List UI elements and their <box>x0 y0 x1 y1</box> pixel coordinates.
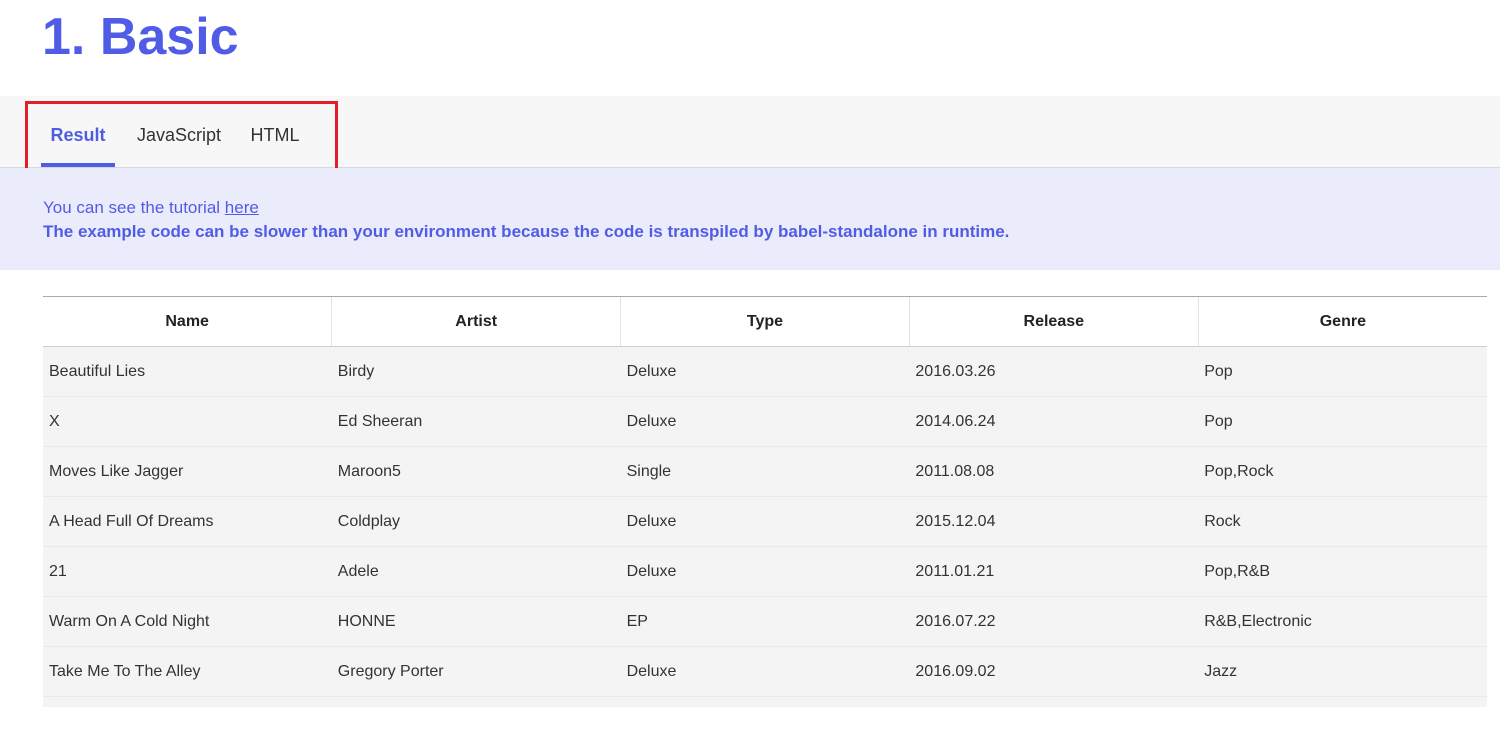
cell-empty <box>909 696 1199 705</box>
notice-banner: You can see the tutorial here The exampl… <box>0 168 1500 270</box>
cell-name[interactable]: Warm On A Cold Night <box>43 596 332 647</box>
column-header-artist[interactable]: Artist <box>331 297 621 347</box>
cell-genre[interactable]: Jazz <box>1198 646 1487 697</box>
cell-name[interactable]: X <box>43 396 332 447</box>
column-header-genre[interactable]: Genre <box>1197 297 1487 347</box>
cell-type[interactable]: Deluxe <box>620 546 910 597</box>
cell-empty <box>1198 696 1487 705</box>
table-row[interactable]: A Head Full Of Dreams Coldplay Deluxe 20… <box>43 496 1487 547</box>
cell-type[interactable]: Deluxe <box>620 646 910 697</box>
cell-genre[interactable]: Pop <box>1198 346 1487 397</box>
cell-artist[interactable]: Coldplay <box>331 496 621 547</box>
cell-genre[interactable]: Pop,Rock <box>1198 446 1487 497</box>
data-grid: Name Artist Type Release Genre Beautiful… <box>43 296 1487 707</box>
cell-type[interactable]: EP <box>620 596 910 647</box>
column-header-name[interactable]: Name <box>43 297 332 347</box>
table-row[interactable]: 21 Adele Deluxe 2011.01.21 Pop,R&B <box>43 546 1487 597</box>
tutorial-link[interactable]: here <box>225 198 259 217</box>
cell-name[interactable]: A Head Full Of Dreams <box>43 496 332 547</box>
table-row-partial <box>43 696 1487 705</box>
cell-artist[interactable]: Birdy <box>331 346 621 397</box>
active-tab-indicator <box>41 163 115 167</box>
table-row[interactable]: X Ed Sheeran Deluxe 2014.06.24 Pop <box>43 396 1487 447</box>
cell-genre[interactable]: R&B,Electronic <box>1198 596 1487 647</box>
tab-result-label: Result <box>50 125 106 145</box>
cell-release[interactable]: 2016.03.26 <box>909 346 1199 397</box>
notice-warning-text: The example code can be slower than your… <box>43 222 1010 241</box>
cell-empty <box>331 696 621 705</box>
cell-type[interactable]: Deluxe <box>620 496 910 547</box>
cell-release[interactable]: 2016.07.22 <box>909 596 1199 647</box>
cell-name[interactable]: 21 <box>43 546 332 597</box>
table-row[interactable]: Warm On A Cold Night HONNE EP 2016.07.22… <box>43 596 1487 647</box>
cell-artist[interactable]: Adele <box>331 546 621 597</box>
cell-release[interactable]: 2015.12.04 <box>909 496 1199 547</box>
grid-table: Name Artist Type Release Genre Beautiful… <box>43 297 1487 705</box>
cell-release[interactable]: 2016.09.02 <box>909 646 1199 697</box>
cell-type[interactable]: Deluxe <box>620 396 910 447</box>
cell-type[interactable]: Single <box>620 446 910 497</box>
notice-tutorial-text: You can see the tutorial here <box>43 198 259 218</box>
cell-artist[interactable]: HONNE <box>331 596 621 647</box>
grid-header-row: Name Artist Type Release Genre <box>43 297 1487 347</box>
tab-javascript-label: JavaScript <box>136 125 222 145</box>
cell-artist[interactable]: Maroon5 <box>331 446 621 497</box>
table-row[interactable]: Beautiful Lies Birdy Deluxe 2016.03.26 P… <box>43 346 1487 397</box>
table-row[interactable]: Moves Like Jagger Maroon5 Single 2011.08… <box>43 446 1487 497</box>
column-header-type[interactable]: Type <box>620 297 910 347</box>
cell-empty <box>43 696 332 705</box>
table-row[interactable]: Take Me To The Alley Gregory Porter Delu… <box>43 646 1487 697</box>
cell-empty <box>620 696 910 705</box>
cell-release[interactable]: 2011.01.21 <box>909 546 1199 597</box>
cell-genre[interactable]: Pop,R&B <box>1198 546 1487 597</box>
cell-type[interactable]: Deluxe <box>620 346 910 397</box>
cell-artist[interactable]: Ed Sheeran <box>331 396 621 447</box>
tab-html-label: HTML <box>250 125 300 145</box>
cell-name[interactable]: Beautiful Lies <box>43 346 332 397</box>
cell-release[interactable]: 2011.08.08 <box>909 446 1199 497</box>
page-title: 1. Basic <box>42 8 239 66</box>
notice-tutorial-prefix: You can see the tutorial <box>43 198 225 217</box>
tab-html[interactable]: HTML <box>244 96 306 167</box>
tab-bar: Result JavaScript HTML <box>0 96 1500 168</box>
cell-name[interactable]: Take Me To The Alley <box>43 646 332 697</box>
tab-result[interactable]: Result <box>41 96 115 167</box>
tab-javascript[interactable]: JavaScript <box>130 96 228 167</box>
cell-artist[interactable]: Gregory Porter <box>331 646 621 697</box>
cell-release[interactable]: 2014.06.24 <box>909 396 1199 447</box>
cell-genre[interactable]: Rock <box>1198 496 1487 547</box>
cell-genre[interactable]: Pop <box>1198 396 1487 447</box>
column-header-release[interactable]: Release <box>908 297 1199 347</box>
cell-name[interactable]: Moves Like Jagger <box>43 446 332 497</box>
